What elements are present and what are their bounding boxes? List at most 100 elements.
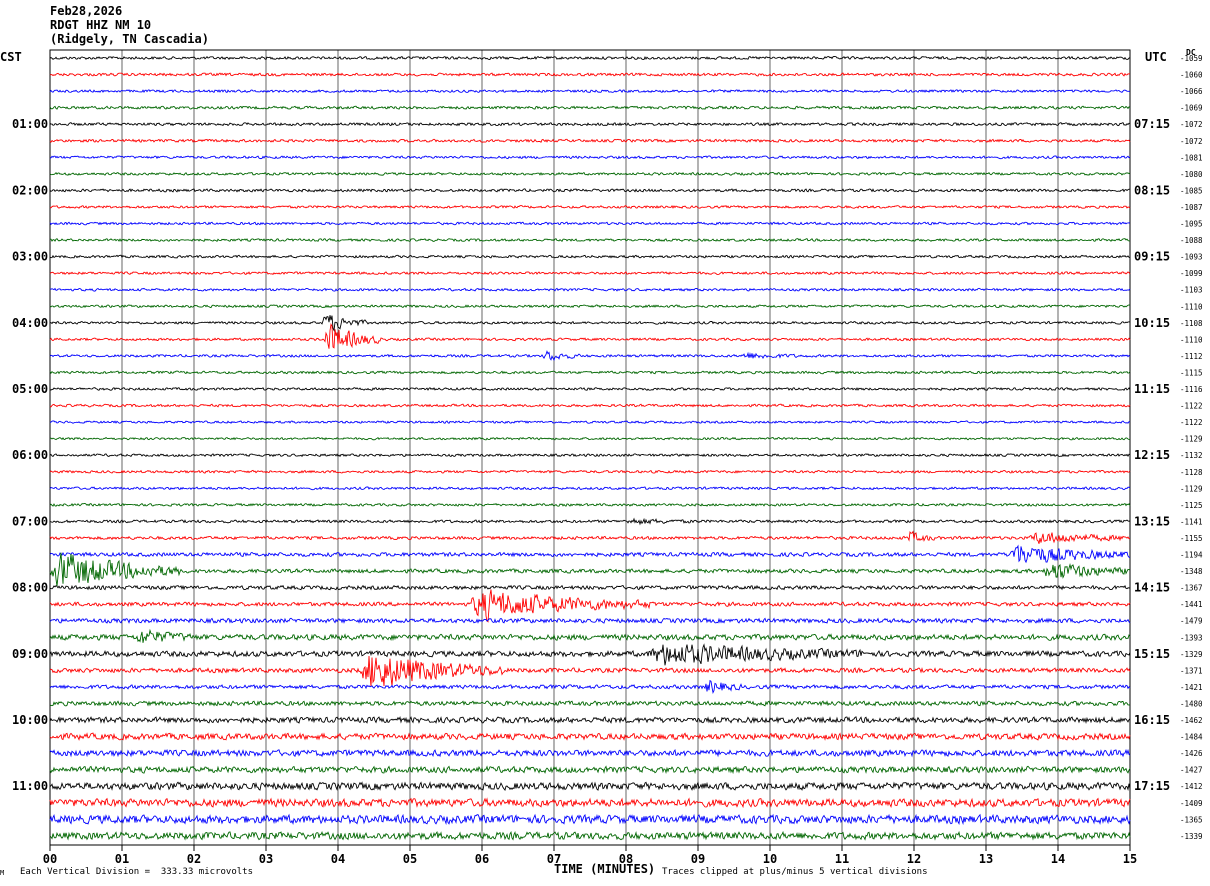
dc-offset-label: -1339 xyxy=(1180,832,1203,841)
dc-offset-label: -1085 xyxy=(1180,186,1203,195)
corner-mark: M xyxy=(0,869,5,877)
seismic-trace xyxy=(49,105,1131,110)
cst-hour-label: 02:00 xyxy=(12,183,48,197)
cst-hour-label: 10:00 xyxy=(12,713,48,727)
dc-offset-label: -1103 xyxy=(1180,286,1203,295)
utc-hour-label: 17:15 xyxy=(1134,779,1170,793)
seismic-trace xyxy=(49,138,1131,143)
scale-note: Each Vertical Division = 333.33 microvol… xyxy=(20,867,253,877)
seismic-trace xyxy=(49,436,1131,441)
seismic-trace xyxy=(49,544,1131,564)
cst-hour-label: 04:00 xyxy=(12,316,48,330)
seismic-trace xyxy=(49,517,1131,526)
dc-offset-label: -1480 xyxy=(1180,699,1203,708)
dc-offset-label: -1348 xyxy=(1180,567,1203,576)
seismic-trace xyxy=(49,830,1131,841)
utc-hour-label: 12:15 xyxy=(1134,448,1170,462)
seismic-trace xyxy=(49,617,1131,624)
seismic-trace xyxy=(49,204,1131,209)
cst-hour-label: 06:00 xyxy=(12,448,48,462)
dc-offset-label: -1427 xyxy=(1180,766,1203,775)
utc-hour-label: 11:15 xyxy=(1134,382,1170,396)
x-tick-label: 06 xyxy=(475,852,489,866)
dc-offset-label: -1484 xyxy=(1180,733,1203,742)
seismic-trace xyxy=(49,315,1131,332)
seismic-trace xyxy=(49,370,1131,375)
dc-offset-label: -1099 xyxy=(1180,269,1203,278)
dc-offset-label: -1095 xyxy=(1180,220,1203,229)
seismic-trace xyxy=(49,584,1131,591)
seismic-trace xyxy=(49,55,1131,61)
seismic-trace xyxy=(49,656,1131,687)
seismic-trace xyxy=(49,765,1131,775)
x-tick-label: 03 xyxy=(259,852,273,866)
seismic-trace xyxy=(49,700,1131,707)
seismic-trace xyxy=(49,552,1131,587)
cst-hour-label: 05:00 xyxy=(12,382,48,396)
dc-offset-label: -1125 xyxy=(1180,501,1203,510)
seismic-trace xyxy=(49,502,1131,507)
dc-offset-label: -1367 xyxy=(1180,584,1203,593)
cst-hour-label: 01:00 xyxy=(12,117,48,131)
cst-hour-label: 09:00 xyxy=(12,647,48,661)
seismic-trace xyxy=(49,188,1131,193)
seismic-trace xyxy=(49,271,1131,276)
dc-offset-label: -1365 xyxy=(1180,815,1203,824)
dc-offset-label: -1329 xyxy=(1180,650,1203,659)
dc-offset-label: -1072 xyxy=(1180,120,1203,129)
dc-offset-label: -1088 xyxy=(1180,236,1203,245)
seismic-trace xyxy=(49,122,1131,127)
dc-offset-label: -1412 xyxy=(1180,782,1203,791)
dc-offset-label: -1066 xyxy=(1180,87,1203,96)
dc-offset-label: -1069 xyxy=(1180,104,1203,113)
x-tick-label: 11 xyxy=(835,852,849,866)
seismic-trace xyxy=(49,748,1131,758)
seismic-trace xyxy=(49,238,1131,242)
seismic-trace xyxy=(49,350,1131,361)
left-timezone-label: CST xyxy=(0,50,22,64)
utc-hour-label: 15:15 xyxy=(1134,647,1170,661)
seismic-trace xyxy=(49,453,1131,458)
seismic-trace xyxy=(49,221,1131,226)
dc-offset-label: -1122 xyxy=(1180,418,1203,427)
helicorder-plot: 00 01 02 03 04 05 06 07 08 09 10 11 12 13 14 15-1059-10… xyxy=(12,49,1203,866)
x-axis-label: TIME (MINUTES) xyxy=(554,862,656,876)
cst-hour-label: 08:00 xyxy=(12,581,48,595)
dc-offset-label: -1112 xyxy=(1180,352,1203,361)
right-timezone-label: UTC xyxy=(1145,50,1167,64)
x-tick-label: 09 xyxy=(691,852,705,866)
utc-hour-label: 14:15 xyxy=(1134,581,1170,595)
x-tick-label: 14 xyxy=(1051,852,1065,866)
seismic-trace xyxy=(49,486,1131,491)
dc-offset-label: -1110 xyxy=(1180,302,1203,311)
dc-offset-label: -1371 xyxy=(1180,666,1203,675)
x-tick-label: 15 xyxy=(1123,852,1137,866)
seismic-trace xyxy=(49,171,1131,176)
cst-hour-label: 07:00 xyxy=(12,514,48,528)
seismic-trace xyxy=(49,813,1131,826)
dc-offset-label: -1441 xyxy=(1180,600,1203,609)
seismic-trace xyxy=(49,403,1131,408)
x-tick-label: 05 xyxy=(403,852,417,866)
dc-offset-label: -1426 xyxy=(1180,749,1203,758)
seismic-trace xyxy=(49,679,1131,695)
seismic-trace xyxy=(49,387,1131,391)
seismic-trace xyxy=(49,530,1131,544)
dc-offset-label: -1141 xyxy=(1180,517,1203,526)
seismic-trace xyxy=(49,732,1131,741)
dc-offset-label: -1122 xyxy=(1180,402,1203,411)
seismic-trace xyxy=(49,254,1131,259)
dc-offset-label: -1128 xyxy=(1180,468,1203,477)
dc-offset-label: -1409 xyxy=(1180,799,1203,808)
utc-hour-label: 09:15 xyxy=(1134,250,1170,264)
dc-offset-label: -1108 xyxy=(1180,319,1203,328)
cst-hour-label: 03:00 xyxy=(12,250,48,264)
dc-offset-label: -1393 xyxy=(1180,633,1203,642)
dc-header-label: DC xyxy=(1186,48,1196,57)
cst-hour-label: 11:00 xyxy=(12,779,48,793)
dc-offset-label: -1115 xyxy=(1180,368,1203,377)
seismic-trace xyxy=(49,155,1131,160)
x-tick-label: 12 xyxy=(907,852,921,866)
utc-hour-label: 10:15 xyxy=(1134,316,1170,330)
dc-offset-label: -1155 xyxy=(1180,534,1203,543)
